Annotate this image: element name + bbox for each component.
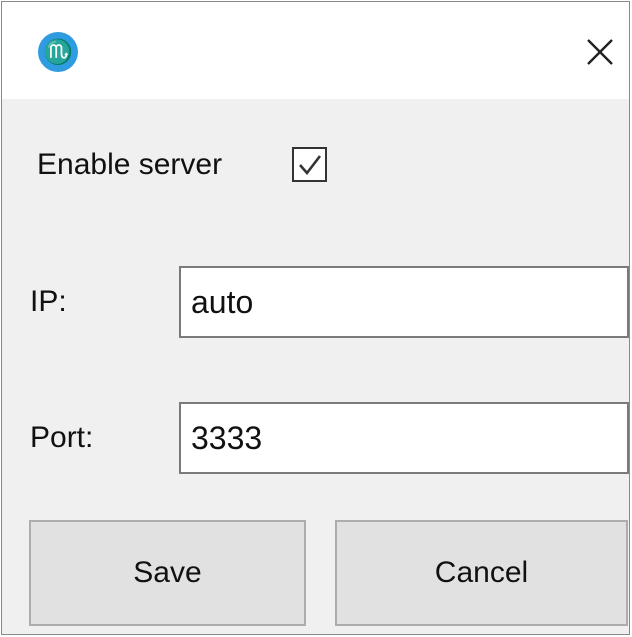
app-logo-icon: ♏ (38, 32, 78, 72)
ip-field[interactable]: auto (179, 266, 629, 338)
ip-label: IP: (30, 285, 67, 318)
close-button[interactable] (572, 24, 628, 80)
app-logo-glyph: ♏ (43, 38, 73, 66)
server-settings-dialog: ♏ Enable server IP: auto Port: 3333 Save… (1, 1, 630, 635)
checkmark-icon (299, 155, 322, 176)
ip-field-value: auto (191, 284, 254, 320)
enable-server-label: Enable server (37, 148, 223, 181)
enable-server-checkbox[interactable] (292, 147, 327, 182)
save-button[interactable]: Save (29, 520, 306, 626)
port-field-value: 3333 (191, 420, 263, 456)
title-bar: ♏ (2, 2, 629, 99)
save-button-label: Save (133, 556, 202, 589)
port-field[interactable]: 3333 (179, 402, 629, 474)
cancel-button-label: Cancel (434, 556, 529, 589)
port-label: Port: (30, 421, 94, 454)
cancel-button[interactable]: Cancel (335, 520, 628, 626)
close-icon (587, 39, 613, 65)
